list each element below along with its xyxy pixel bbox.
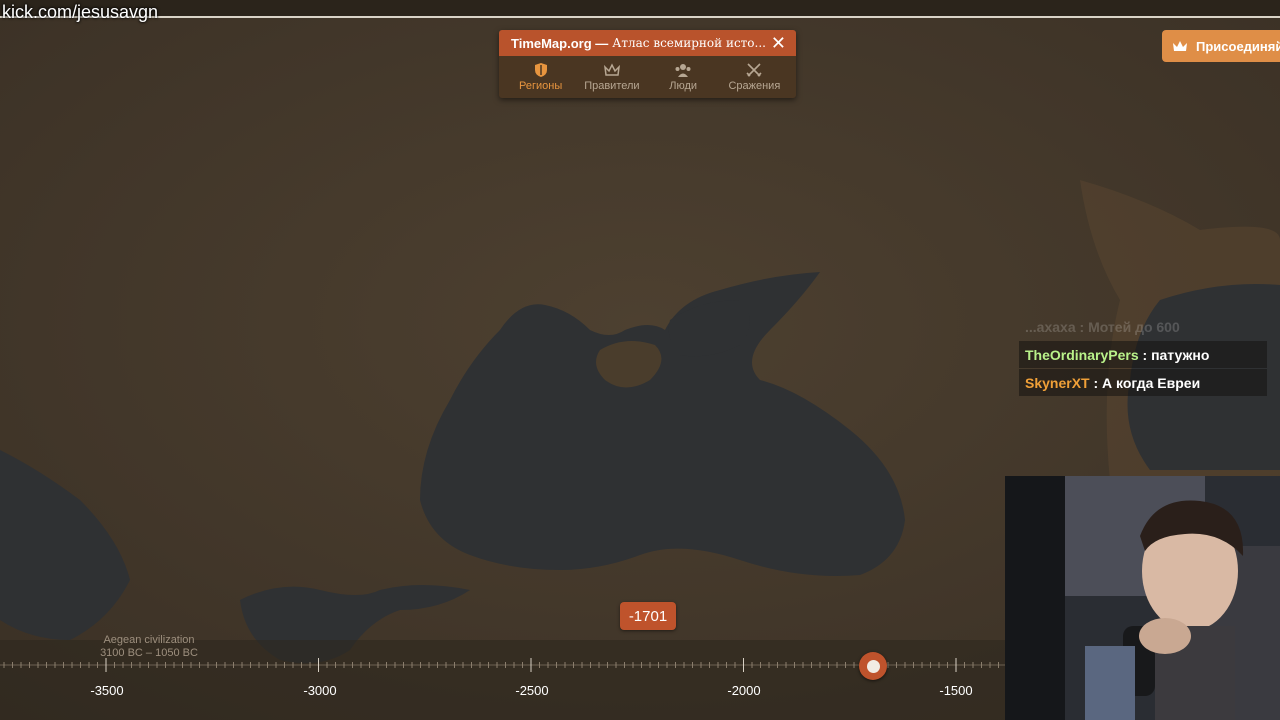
chat-user: SkynerXT <box>1025 374 1090 391</box>
top-bar <box>0 0 1280 18</box>
stream-chat: ...ахаха : Мотей до 600 TheOrdinaryPers … <box>1019 313 1267 397</box>
chat-user: ...ахаха <box>1025 318 1076 335</box>
timemap-panel: TimeMap.org — Атлас всемирной исто... ✕ … <box>499 30 796 98</box>
timeline-slider-handle[interactable] <box>859 652 887 680</box>
timeline-track[interactable] <box>0 658 1005 672</box>
tab-people[interactable]: Люди <box>650 62 716 92</box>
timeline-tick-label: -1500 <box>939 683 973 698</box>
crown-icon <box>1173 41 1187 51</box>
panel-title: Атлас всемирной исто... <box>612 36 766 50</box>
chat-text: Мотей до 600 <box>1088 318 1180 335</box>
tab-label: Регионы <box>519 80 563 92</box>
tab-rulers[interactable]: Правители <box>579 62 645 92</box>
tab-label: Люди <box>669 80 698 92</box>
chat-text: А когда Евреи <box>1102 374 1201 391</box>
chat-message: ...ахаха : Мотей до 600 <box>1019 313 1267 340</box>
tab-battles[interactable]: Сражения <box>721 62 787 92</box>
screen: kick.com/jesusavgn TimeMap.org — Атлас в… <box>0 0 1280 720</box>
crossed-swords-icon <box>746 63 762 77</box>
era-label[interactable]: Aegean civilization 3100 BC – 1050 BC <box>96 634 202 660</box>
slider-knob <box>866 659 880 673</box>
streamer-video <box>1005 476 1280 720</box>
current-year-badge: -1701 <box>620 602 676 630</box>
panel-tabs: Регионы Правители Люди Сражения <box>499 56 796 92</box>
chat-text: патужно <box>1151 346 1210 363</box>
shield-icon <box>534 63 547 77</box>
timeline-tick-label: -2500 <box>515 683 549 698</box>
join-label: Присоединяй <box>1196 38 1280 54</box>
people-icon <box>675 64 691 77</box>
chat-message: SkynerXT : А когда Евреи <box>1019 369 1267 396</box>
site-name: TimeMap.org — <box>511 35 609 51</box>
tab-label: Сражения <box>728 80 781 92</box>
timeline-tick-label: -2000 <box>727 683 761 698</box>
crown-icon <box>603 63 620 76</box>
chat-separator: : <box>1075 318 1089 335</box>
chat-message: TheOrdinaryPers : патужно <box>1019 341 1267 368</box>
stream-watermark: kick.com/jesusavgn <box>2 2 159 22</box>
close-icon[interactable]: ✕ <box>771 34 786 52</box>
chat-separator: : <box>1089 374 1103 391</box>
tab-label: Правители <box>584 80 640 92</box>
tab-regions[interactable]: Регионы <box>508 62 574 92</box>
timeline-tick-label: -3000 <box>303 683 337 698</box>
timeline-tick-label: -3500 <box>90 683 124 698</box>
chat-separator: : <box>1138 346 1152 363</box>
panel-header: TimeMap.org — Атлас всемирной исто... ✕ <box>499 30 796 56</box>
chat-user: TheOrdinaryPers <box>1025 346 1139 363</box>
era-name: Aegean civilization <box>103 634 195 646</box>
webcam-overlay <box>1005 476 1280 720</box>
join-button[interactable]: Присоединяй <box>1162 30 1280 62</box>
